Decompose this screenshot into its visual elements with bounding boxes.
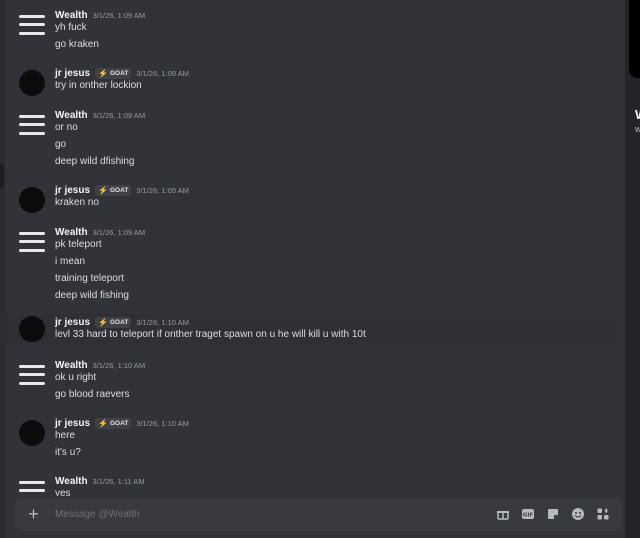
dark-avatar[interactable] (19, 187, 45, 213)
add-attachment-button[interactable]: + (25, 504, 42, 525)
message-text: or no (55, 122, 78, 133)
timestamp[interactable]: 3/1/26, 1:09 AM (93, 111, 146, 120)
apps-icon[interactable] (596, 507, 610, 521)
message-text: ok u right (55, 372, 97, 383)
bolt-icon: ⚡ (98, 318, 108, 327)
bolt-icon: ⚡ (98, 69, 108, 78)
message-group: Wealth 3/1/26, 1:09 AM yh fuck go kraken (6, 0, 616, 58)
clan-tag-label: GOAT (110, 319, 129, 326)
dark-avatar[interactable] (19, 70, 45, 96)
timestamp[interactable]: 3/1/26, 1:11 AM (93, 477, 145, 486)
gift-icon[interactable] (496, 507, 510, 521)
timestamp[interactable]: 3/1/26, 1:09 AM (93, 228, 146, 237)
message-group: Wealth 3/1/26, 1:10 AM ok u right go blo… (6, 350, 616, 408)
message-text: levl 33 hard to teleport if onther trage… (55, 329, 366, 340)
message-group: jr jesus ⚡ GOAT 3/1/26, 1:09 AM kraken no (6, 175, 616, 217)
clan-tag-label: GOAT (110, 187, 129, 194)
message-text: go kraken (55, 39, 99, 50)
message-text: go (55, 139, 67, 150)
message-text: training teleport (55, 273, 124, 284)
composer-tools: GIF (496, 507, 610, 521)
menu-avatar[interactable] (19, 112, 45, 138)
profile-name-fragment: W (635, 107, 640, 122)
message-text: here (55, 430, 76, 441)
username[interactable]: Wealth (55, 227, 88, 238)
timestamp[interactable]: 3/1/26, 1:09 AM (136, 186, 189, 195)
message-group: jr jesus ⚡ GOAT 3/1/26, 1:10 AM here it's… (6, 408, 616, 466)
menu-avatar[interactable] (19, 229, 45, 255)
username[interactable]: jr jesus (55, 185, 90, 196)
clan-tag-label: GOAT (110, 70, 129, 77)
svg-text:GIF: GIF (523, 513, 534, 519)
gif-icon[interactable]: GIF (521, 507, 535, 521)
menu-avatar[interactable] (19, 12, 45, 38)
message-text: pk teleport (55, 239, 102, 250)
timestamp[interactable]: 3/1/26, 1:09 AM (93, 11, 146, 20)
clan-tag[interactable]: ⚡ GOAT (95, 418, 132, 429)
sidebar-notch (0, 163, 4, 189)
profile-panel-edge: W w (625, 0, 640, 538)
message-group-hovered: jr jesus ⚡ GOAT 3/1/26, 1:10 AM levl 33 h… (6, 314, 616, 344)
menu-avatar[interactable] (19, 478, 45, 496)
message-input[interactable] (55, 504, 355, 525)
message-group: Wealth 3/1/26, 1:09 AM or no go deep wil… (6, 100, 616, 175)
clan-tag-label: GOAT (110, 420, 129, 427)
profile-subtitle-fragment: w (635, 124, 640, 134)
message-text: it's u? (55, 447, 81, 458)
profile-banner (629, 0, 640, 78)
timestamp[interactable]: 3/1/26, 1:10 AM (93, 361, 146, 370)
bolt-icon: ⚡ (98, 419, 108, 428)
timestamp[interactable]: 3/1/26, 1:09 AM (136, 69, 189, 78)
message-group: Wealth 3/1/26, 1:09 AM pk teleport i mea… (6, 217, 616, 308)
timestamp[interactable]: 3/1/26, 1:10 AM (136, 318, 189, 327)
username[interactable]: jr jesus (55, 418, 90, 429)
clan-tag[interactable]: ⚡ GOAT (95, 185, 132, 196)
message-text: yes (55, 488, 71, 496)
username[interactable]: Wealth (55, 10, 88, 21)
username[interactable]: Wealth (55, 476, 88, 487)
message-text: yh fuck (55, 22, 87, 33)
message-group: Wealth 3/1/26, 1:11 AM yes (6, 466, 616, 496)
username[interactable]: jr jesus (55, 68, 90, 79)
message-group: jr jesus ⚡ GOAT 3/1/26, 1:09 AM try in on… (6, 58, 616, 100)
message-text: deep wild fishing (55, 290, 129, 301)
message-text: go blood raevers (55, 389, 130, 400)
username[interactable]: Wealth (55, 360, 88, 371)
username[interactable]: Wealth (55, 110, 88, 121)
message-text: kraken no (55, 197, 99, 208)
message-text: try in onther lockion (55, 80, 142, 91)
emoji-icon[interactable] (571, 507, 585, 521)
message-composer: + GIF (15, 498, 622, 531)
dark-avatar[interactable] (19, 420, 45, 446)
message-list[interactable]: Wealth 3/1/26, 1:09 AM yh fuck go kraken… (6, 0, 622, 496)
sticker-icon[interactable] (546, 507, 560, 521)
username[interactable]: jr jesus (55, 317, 90, 328)
clan-tag[interactable]: ⚡ GOAT (95, 317, 132, 328)
timestamp[interactable]: 3/1/26, 1:10 AM (136, 419, 189, 428)
dark-avatar[interactable] (19, 316, 45, 342)
message-text: i mean (55, 256, 86, 267)
clan-tag[interactable]: ⚡ GOAT (95, 68, 132, 79)
message-text: deep wild dfishing (55, 156, 135, 167)
menu-avatar[interactable] (19, 362, 45, 388)
bolt-icon: ⚡ (98, 186, 108, 195)
